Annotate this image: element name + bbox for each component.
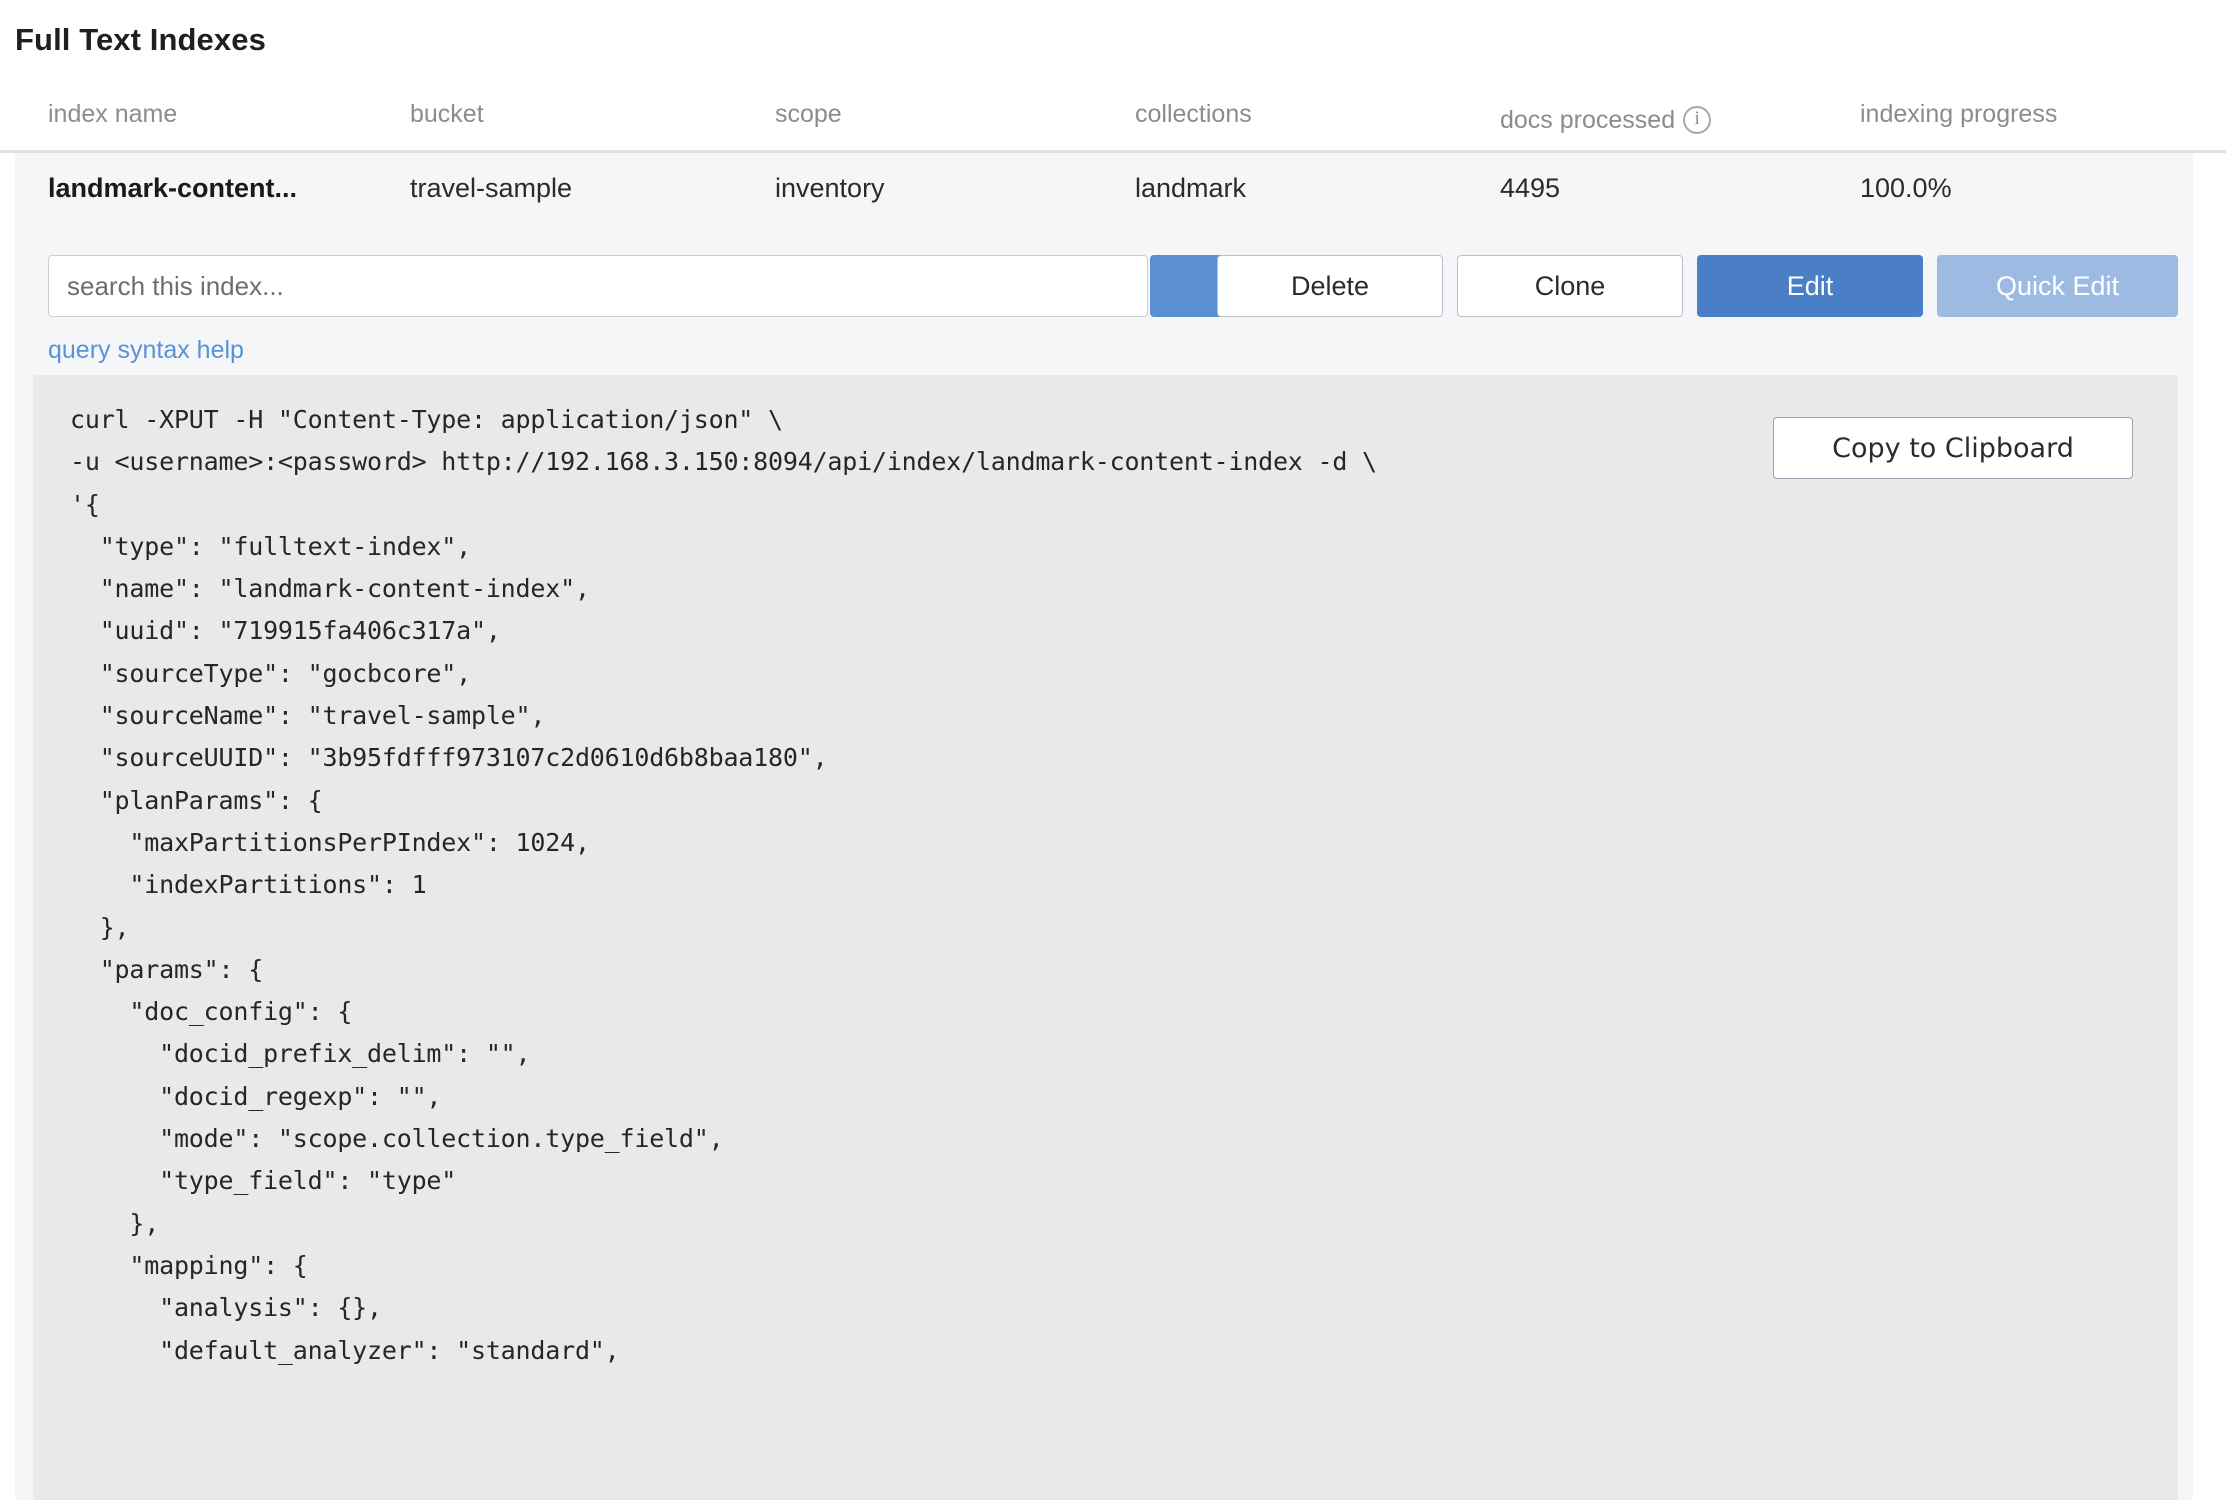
- curl-command-panel: curl -XPUT -H "Content-Type: application…: [33, 375, 2178, 1500]
- column-header-scope: scope: [775, 100, 842, 128]
- column-header-index-name: index name: [48, 100, 178, 128]
- cell-bucket: travel-sample: [410, 173, 573, 203]
- delete-button[interactable]: Delete: [1217, 255, 1443, 317]
- column-header-docs-processed: docs processed: [1500, 100, 1712, 135]
- cell-docs-processed: 4495: [1500, 173, 1561, 203]
- index-actions-row: Search Delete Clone Edit Quick Edit: [48, 255, 2178, 317]
- copy-to-clipboard-button[interactable]: Copy to Clipboard: [1773, 417, 2133, 479]
- clone-button[interactable]: Clone: [1457, 255, 1683, 317]
- edit-button[interactable]: Edit: [1697, 255, 1923, 317]
- cell-index-name[interactable]: landmark-content...: [48, 173, 297, 204]
- cell-collections: landmark: [1135, 173, 1247, 203]
- quick-edit-button[interactable]: Quick Edit: [1937, 255, 2178, 317]
- table-row[interactable]: landmark-content... travel-sample invent…: [15, 153, 2193, 231]
- column-header-collections: collections: [1135, 100, 1252, 128]
- search-input[interactable]: [48, 255, 1148, 317]
- table-header: index name bucket scope collections docs…: [0, 100, 2226, 150]
- query-syntax-help-link[interactable]: query syntax help: [48, 336, 244, 365]
- index-row-expanded: landmark-content... travel-sample invent…: [15, 153, 2193, 1500]
- full-text-indexes-page: Full Text Indexes index name bucket scop…: [0, 0, 2226, 1500]
- cell-indexing-progress: 100.0%: [1860, 173, 1952, 203]
- curl-command-text: curl -XPUT -H "Content-Type: application…: [70, 405, 1377, 1365]
- info-icon[interactable]: [1683, 106, 1712, 134]
- column-header-bucket: bucket: [410, 100, 484, 128]
- cell-scope: inventory: [775, 173, 885, 203]
- column-header-indexing-progress: indexing progress: [1860, 100, 2058, 128]
- page-title: Full Text Indexes: [15, 22, 266, 57]
- column-header-docs-processed-label: docs processed: [1500, 106, 1676, 134]
